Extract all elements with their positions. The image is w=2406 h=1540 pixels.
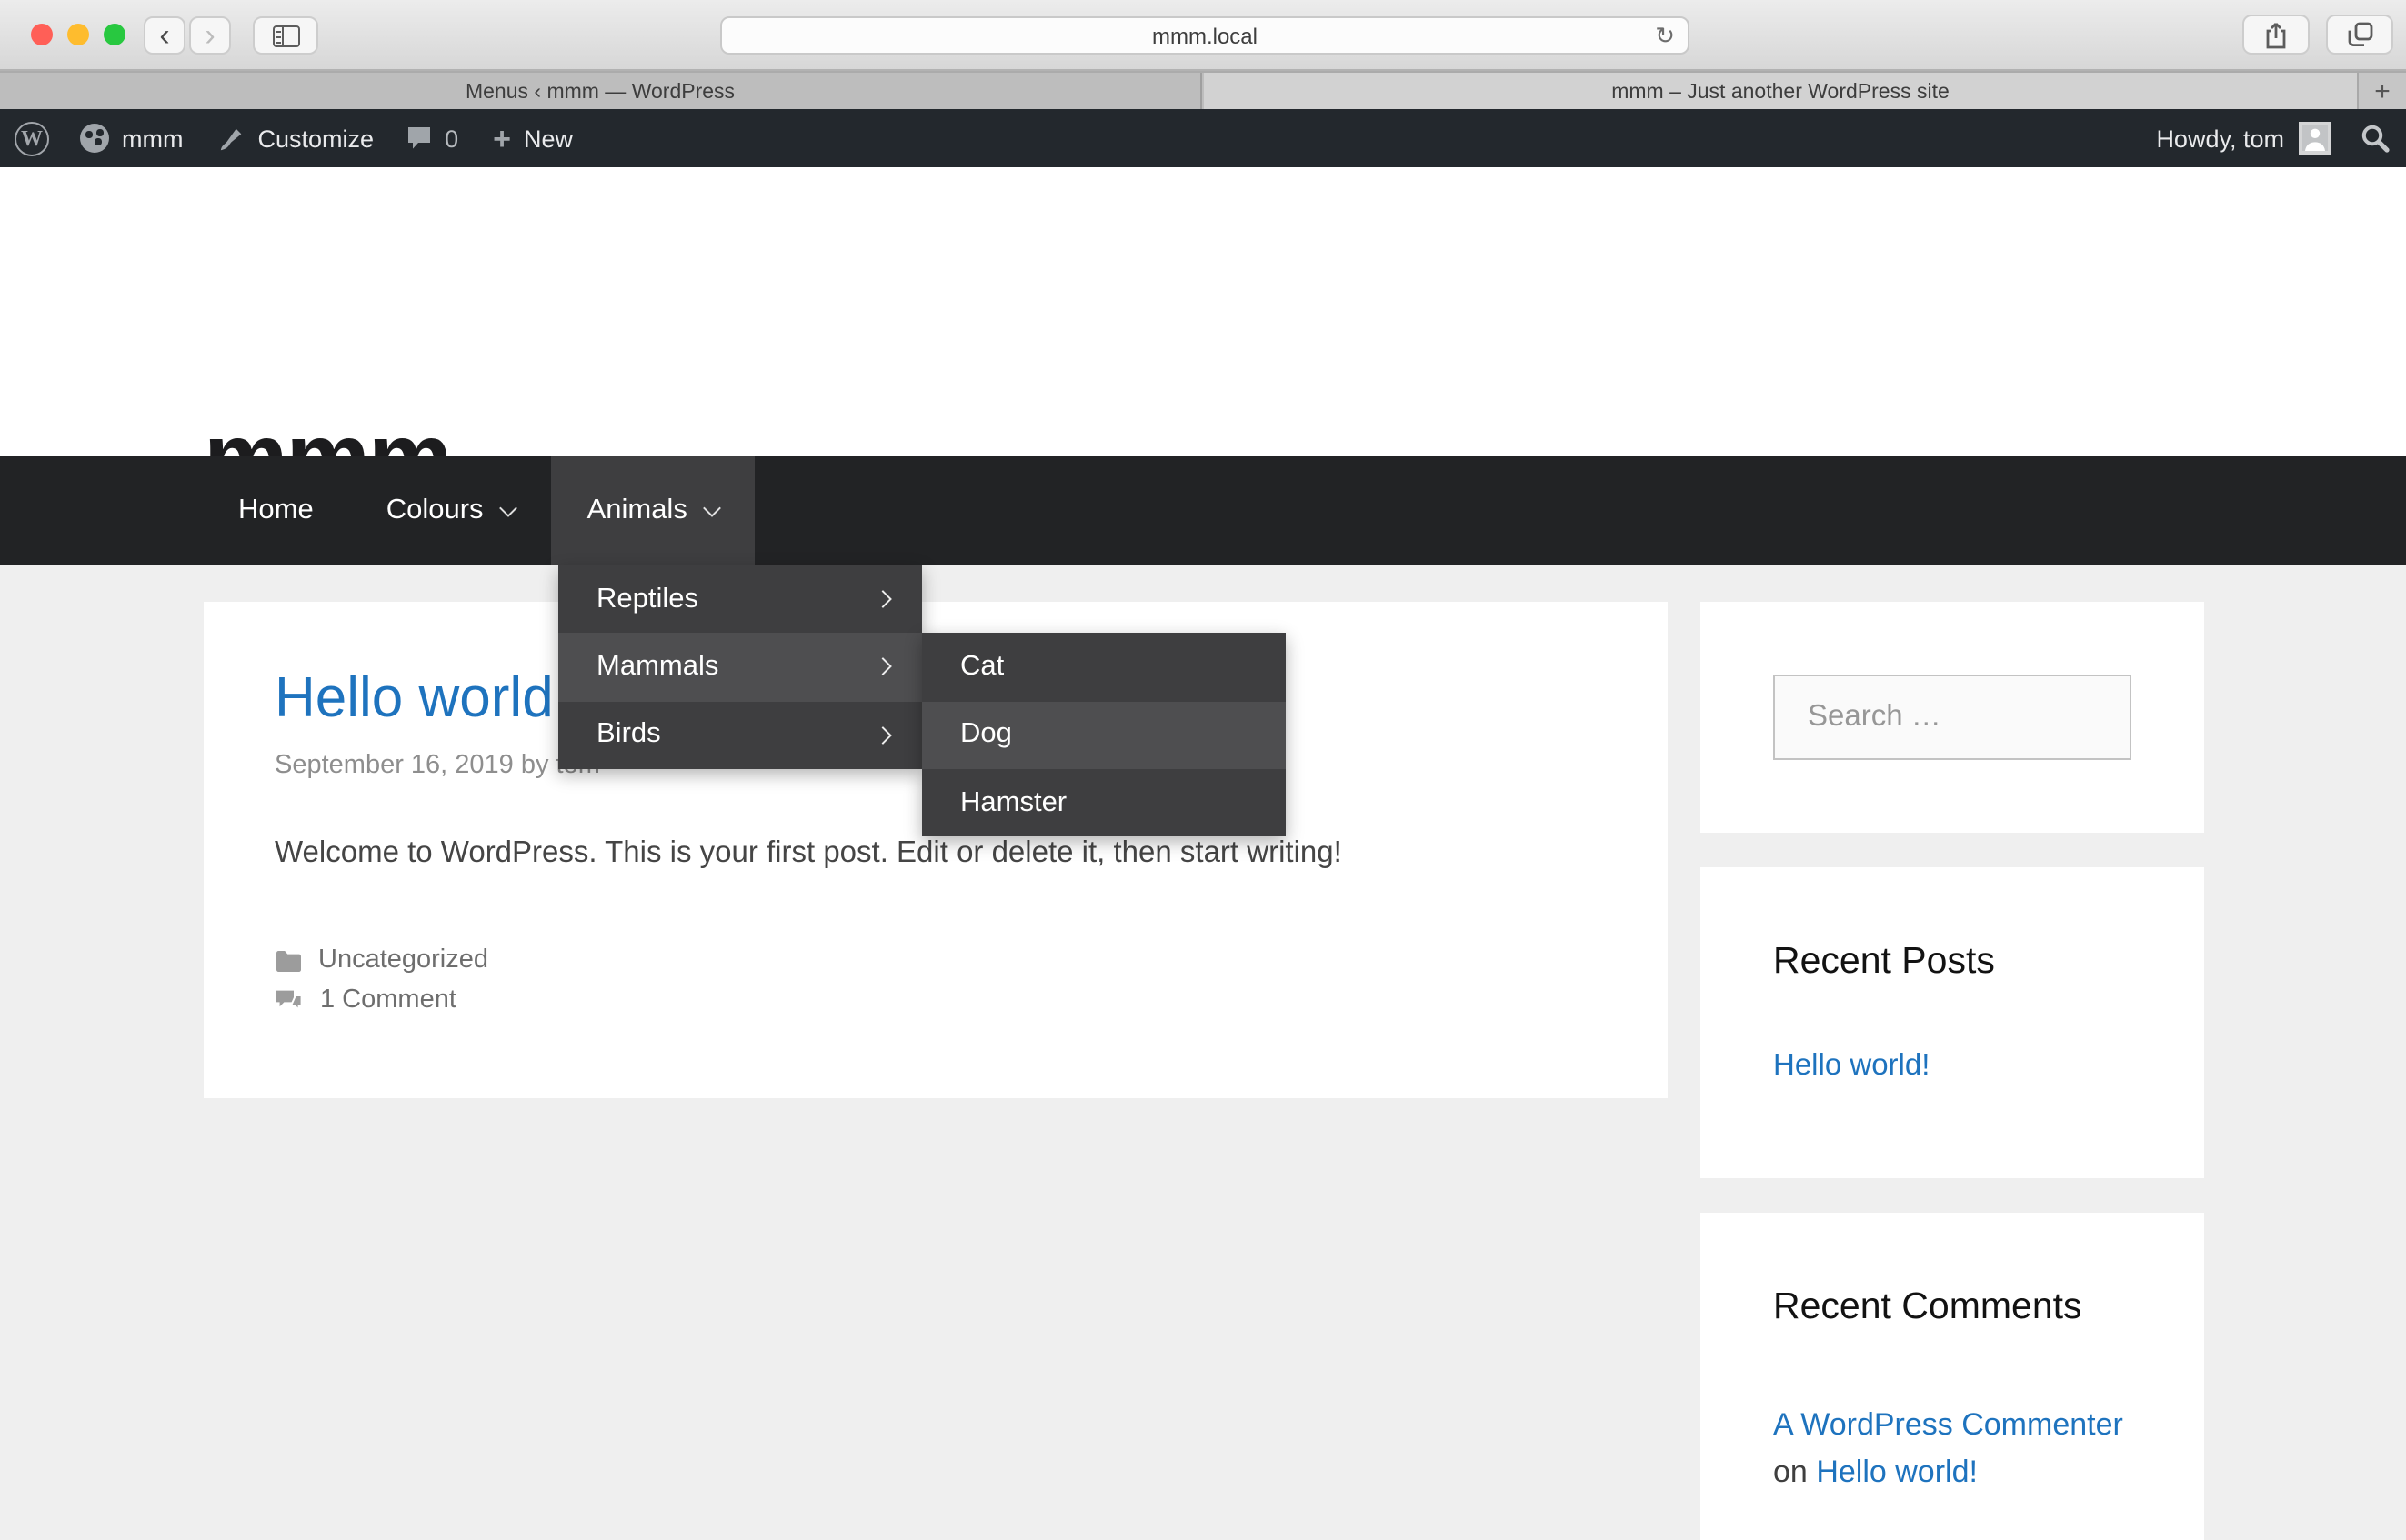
close-window-button[interactable] <box>31 24 53 45</box>
folder-icon <box>275 948 302 972</box>
person-icon <box>2302 125 2328 151</box>
plus-icon: + <box>493 123 511 154</box>
wordpress-logo-icon[interactable]: W <box>15 121 49 155</box>
nav-item-label: Home <box>238 495 314 527</box>
chevron-right-icon <box>874 658 892 676</box>
minimize-window-button[interactable] <box>67 24 89 45</box>
admin-bar-comments[interactable]: 0 <box>405 125 458 152</box>
nav-item-label: Colours <box>386 495 484 527</box>
commenter-link[interactable]: A WordPress Commenter <box>1773 1407 2123 1442</box>
forward-button[interactable]: › <box>189 16 231 55</box>
submenu-item-hamster[interactable]: Hamster <box>922 769 1286 837</box>
howdy-account-menu[interactable]: Howdy, tom <box>2156 125 2284 152</box>
submenu-item-label: Cat <box>960 651 1004 684</box>
recent-comments-title: Recent Comments <box>1773 1285 2131 1329</box>
site-name-label: mmm <box>122 125 184 152</box>
search-icon[interactable] <box>2361 124 2390 153</box>
recent-comment-entry: A WordPress Commenter on Hello world! <box>1773 1402 2131 1495</box>
comments-icon <box>275 986 304 1014</box>
address-bar-url: mmm.local <box>1152 23 1258 48</box>
post-body: Welcome to WordPress. This is your first… <box>275 836 1595 871</box>
tab-overview-button[interactable] <box>2326 15 2393 55</box>
sidebar-toggle-button[interactable] <box>253 16 318 55</box>
new-tab-button[interactable]: + <box>2357 73 2406 111</box>
commented-post-link[interactable]: Hello world! <box>1816 1454 1978 1488</box>
submenu-item-label: Dog <box>960 719 1012 752</box>
safari-window: ‹ › mmm.local ↻ Menus ‹ mmm — WordPress … <box>0 0 2406 1538</box>
category-link[interactable]: Uncategorized <box>318 945 488 975</box>
submenu-item-birds[interactable]: Birds <box>558 701 922 769</box>
post-meta: Uncategorized 1 Comment <box>275 940 1595 1020</box>
customize-label: Customize <box>258 125 375 152</box>
site-icon <box>80 124 109 153</box>
nav-item-colours[interactable]: Colours <box>350 456 551 565</box>
nav-item-home[interactable]: Home <box>202 456 350 565</box>
submenu-item-label: Hamster <box>960 786 1067 819</box>
reload-icon[interactable]: ↻ <box>1655 22 1675 51</box>
new-label: New <box>524 125 573 152</box>
recent-post-link[interactable]: Hello world! <box>1773 1049 1930 1082</box>
recent-comments-widget: Recent Comments A WordPress Commenter on… <box>1700 1213 2204 1540</box>
search-input[interactable] <box>1773 675 2131 760</box>
back-button[interactable]: ‹ <box>144 16 185 55</box>
tab-bar: Menus ‹ mmm — WordPress mmm – Just anoth… <box>0 71 2406 109</box>
mammals-submenu: Cat Dog Hamster <box>922 634 1286 837</box>
nav-item-label: Animals <box>587 495 687 527</box>
submenu-item-label: Birds <box>596 719 661 752</box>
comments-link[interactable]: 1 Comment <box>320 985 456 1015</box>
nav-item-animals[interactable]: Animals <box>551 456 755 565</box>
animals-submenu: Reptiles Mammals Birds <box>558 565 922 769</box>
chevron-right-icon <box>874 590 892 608</box>
submenu-item-label: Mammals <box>596 651 718 684</box>
tab-wp-admin-menus[interactable]: Menus ‹ mmm — WordPress <box>0 73 1202 111</box>
zoom-window-button[interactable] <box>104 24 125 45</box>
recent-posts-widget: Recent Posts Hello world! <box>1700 867 2204 1178</box>
admin-bar-new[interactable]: + New <box>493 123 573 154</box>
submenu-item-label: Reptiles <box>596 583 698 615</box>
chevron-down-icon <box>499 498 517 516</box>
avatar[interactable] <box>2299 122 2331 155</box>
site-header: mmm Just another WordPress site <box>0 167 2406 456</box>
comment-count: 0 <box>445 125 458 152</box>
comment-connector: on <box>1773 1454 1808 1488</box>
share-button[interactable] <box>2242 15 2310 55</box>
share-icon <box>2264 21 2288 48</box>
chevron-down-icon <box>703 498 721 516</box>
paintbrush-icon <box>218 125 246 152</box>
submenu-item-mammals[interactable]: Mammals <box>558 634 922 702</box>
address-bar[interactable]: mmm.local ↻ <box>720 16 1689 55</box>
admin-bar-customize[interactable]: Customize <box>218 125 375 152</box>
search-widget <box>1700 602 2204 833</box>
recent-posts-title: Recent Posts <box>1773 940 2131 984</box>
submenu-item-reptiles[interactable]: Reptiles <box>558 565 922 634</box>
browser-titlebar: ‹ › mmm.local ↻ <box>0 0 2406 71</box>
primary-nav: Home Colours Animals <box>0 456 2406 565</box>
admin-bar-site-name[interactable]: mmm <box>80 124 184 153</box>
wp-admin-bar: W mmm Customize 0 + New Howdy, tom <box>0 109 2406 167</box>
sidebar-icon <box>272 25 299 46</box>
chevron-right-icon <box>874 726 892 745</box>
tab-site-front[interactable]: mmm – Just another WordPress site <box>1204 73 2357 111</box>
submenu-item-dog[interactable]: Dog <box>922 701 1286 769</box>
submenu-item-cat[interactable]: Cat <box>922 634 1286 702</box>
tab-overview-icon <box>2347 22 2372 47</box>
comment-bubble-icon <box>405 125 432 151</box>
